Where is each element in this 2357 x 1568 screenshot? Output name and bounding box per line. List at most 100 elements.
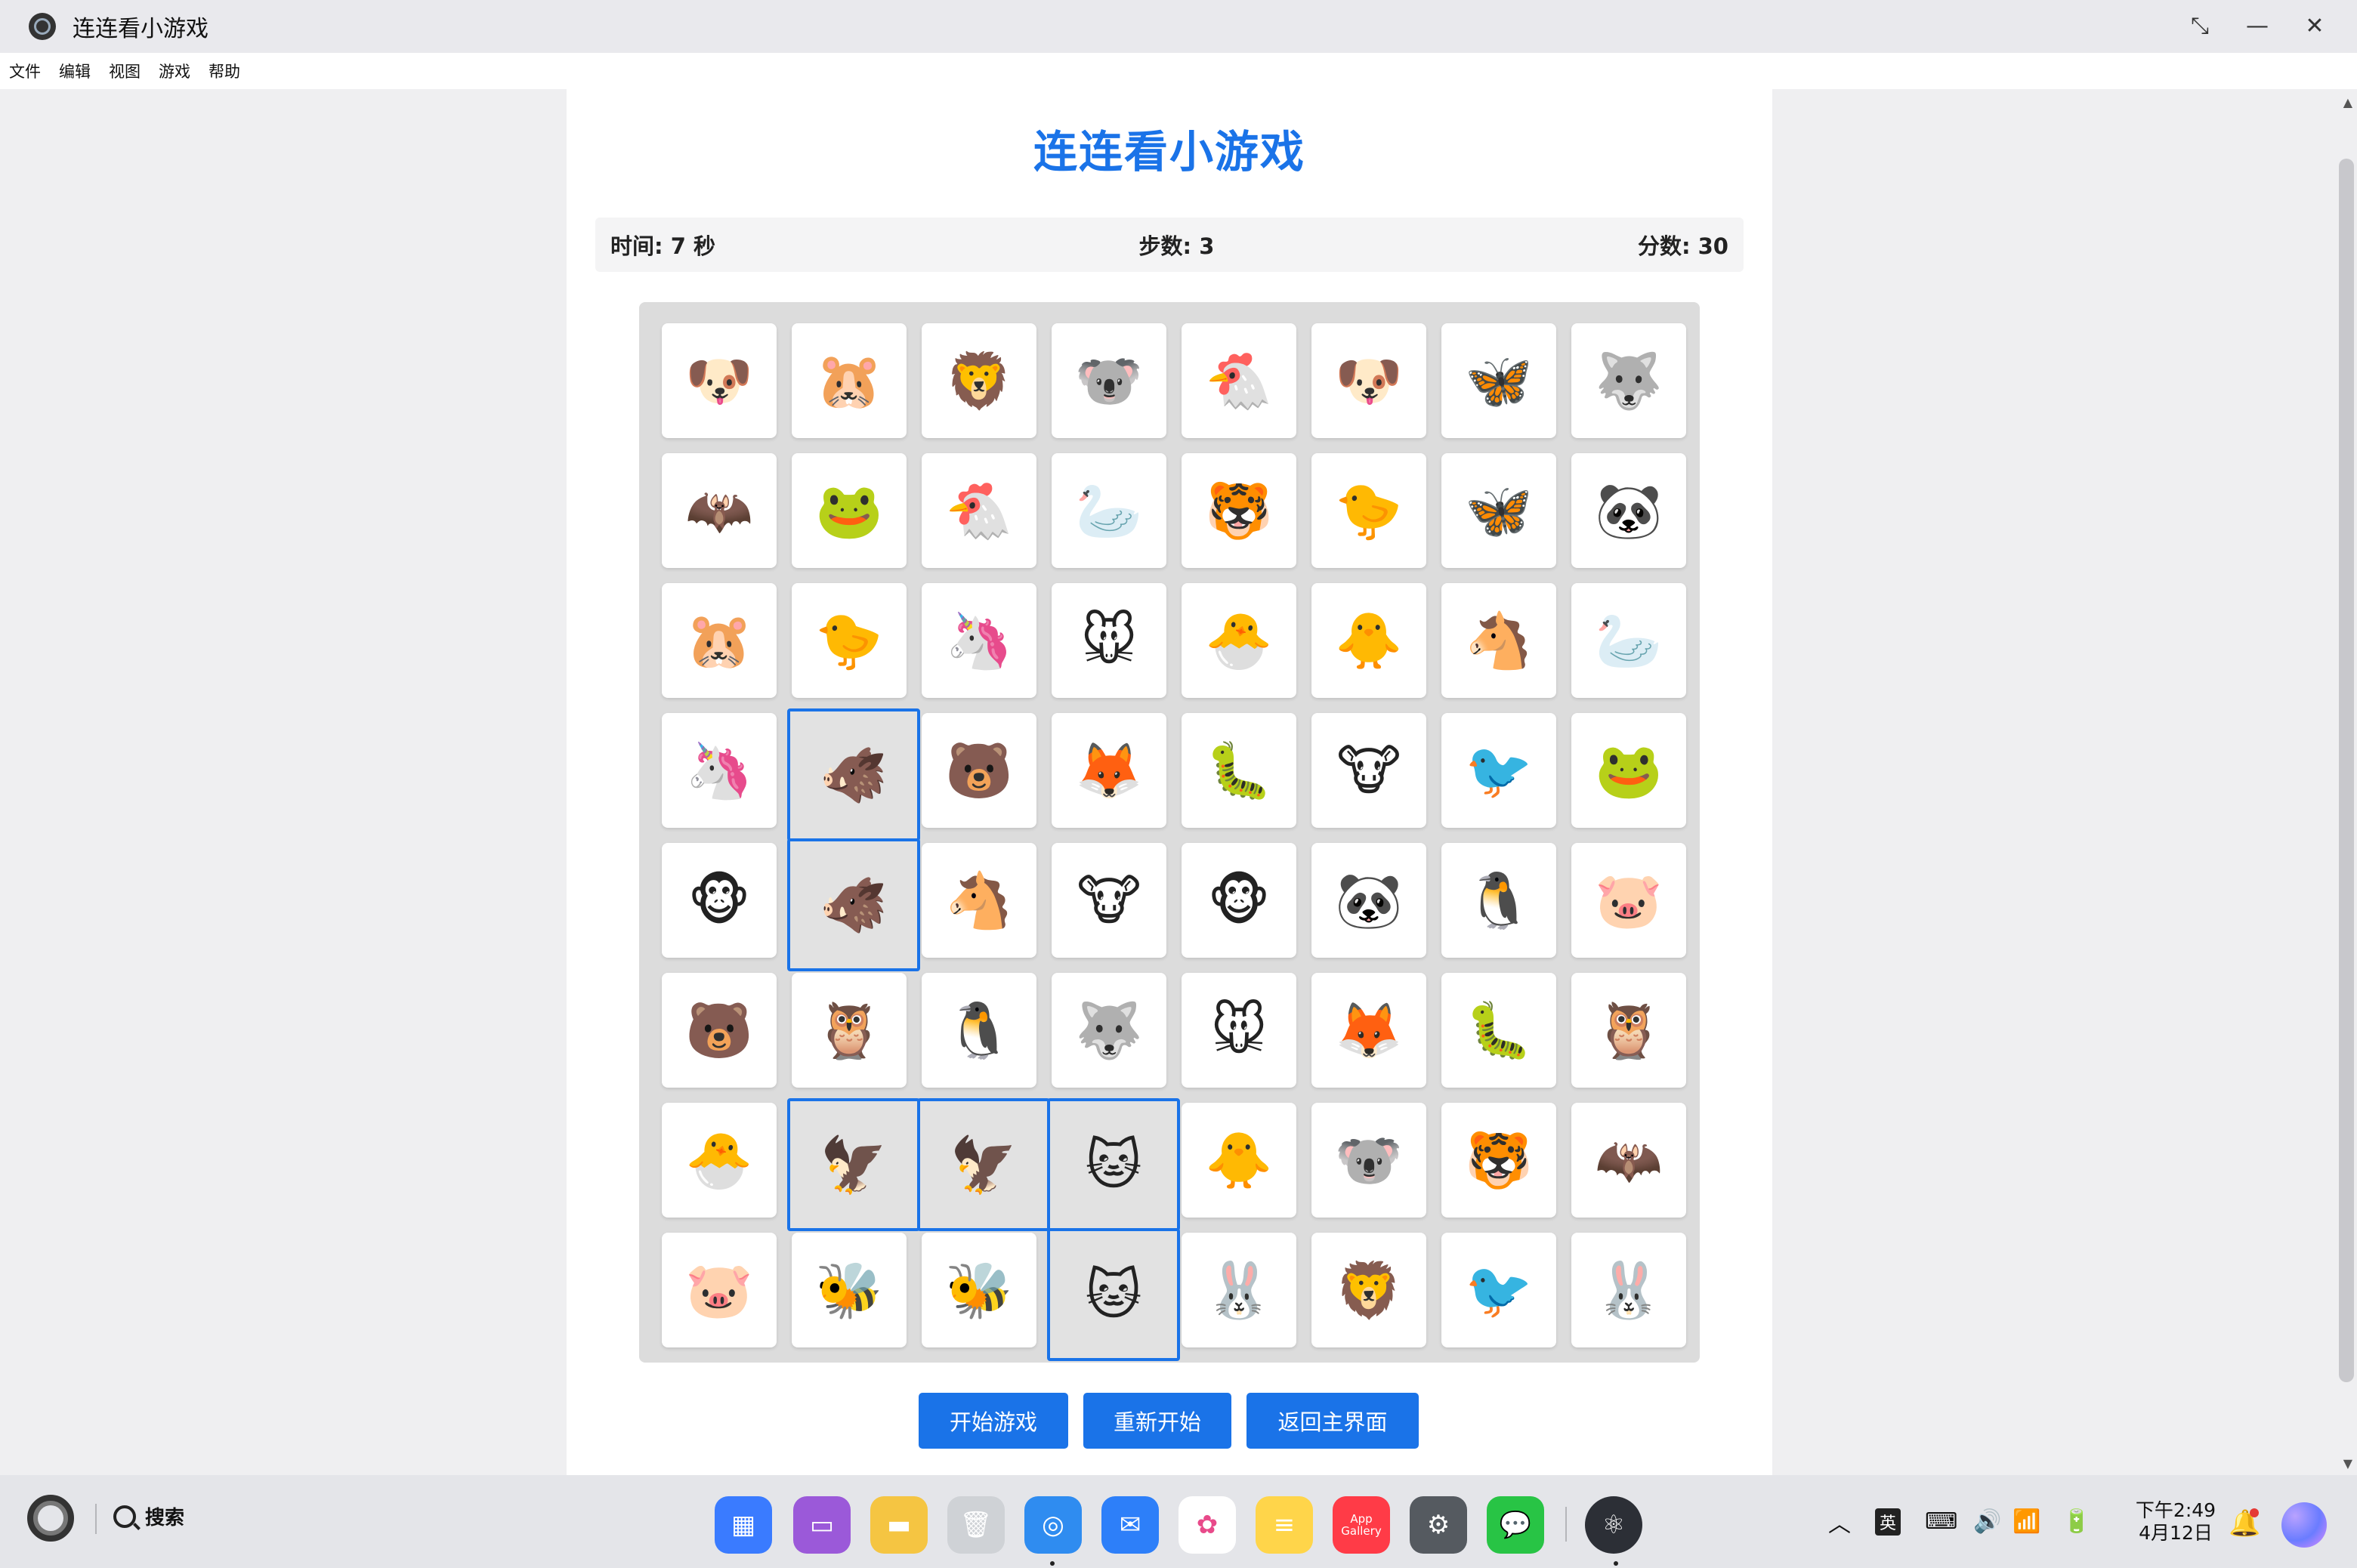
mail-icon[interactable]: ✉ [1101,1496,1159,1554]
board-tile-r3-c4[interactable]: 🐛 [1182,713,1296,828]
board-tile-r7-c0[interactable]: 🐷 [662,1233,777,1347]
board-tile-r2-c1[interactable]: 🐤 [792,583,907,698]
menu-help[interactable]: 帮助 [209,60,240,82]
taskbar-search[interactable]: 搜索 [113,1502,184,1530]
start-game-button[interactable]: 开始游戏 [919,1393,1068,1449]
photos-icon[interactable]: ✿ [1178,1496,1236,1554]
board-tile-r1-c7[interactable]: 🐼 [1571,453,1686,568]
board-tile-r3-c1[interactable]: 🐗 [787,708,920,841]
menu-edit[interactable]: 编辑 [59,60,91,82]
board-tile-r0-c6[interactable]: 🦋 [1441,323,1556,438]
board-tile-r4-c3[interactable]: 🐮 [1052,843,1166,958]
board-tile-r7-c1[interactable]: 🐝 [792,1233,907,1347]
board-tile-r2-c7[interactable]: 🦢 [1571,583,1686,698]
board-tile-r2-c0[interactable]: 🐹 [662,583,777,698]
board-tile-r1-c3[interactable]: 🦢 [1052,453,1166,568]
board-tile-r0-c7[interactable]: 🐺 [1571,323,1686,438]
settings-icon[interactable]: ⚙ [1410,1496,1467,1554]
tray-chevron-icon[interactable]: ︿ [1828,1475,1851,1568]
board-tile-r6-c7[interactable]: 🦇 [1571,1103,1686,1218]
assistant-orb-icon[interactable] [2281,1502,2327,1548]
board-tile-r7-c3[interactable]: 🐱 [1047,1228,1180,1361]
board-tile-r1-c5[interactable]: 🐤 [1311,453,1426,568]
multitask-icon[interactable]: ▭ [793,1496,851,1554]
board-tile-r4-c7[interactable]: 🐷 [1571,843,1686,958]
board-tile-r7-c6[interactable]: 🐦 [1441,1233,1556,1347]
volume-icon[interactable]: 🔊 [1973,1475,2001,1568]
board-tile-r4-c6[interactable]: 🐧 [1441,843,1556,958]
board-tile-r3-c6[interactable]: 🐦 [1441,713,1556,828]
board-tile-r0-c2[interactable]: 🦁 [922,323,1036,438]
board-tile-r6-c0[interactable]: 🐣 [662,1103,777,1218]
board-tile-r3-c0[interactable]: 🦄 [662,713,777,828]
ime-indicator[interactable]: 英 [1875,1475,1901,1568]
board-tile-r1-c4[interactable]: 🐯 [1182,453,1296,568]
board-tile-r2-c6[interactable]: 🐴 [1441,583,1556,698]
board-tile-r6-c1[interactable]: 🦅 [787,1098,920,1231]
board-tile-r2-c2[interactable]: 🦄 [922,583,1036,698]
electron-app-icon[interactable]: ⚛ [1585,1496,1642,1554]
back-to-main-button[interactable]: 返回主界面 [1246,1393,1419,1449]
board-tile-r6-c3[interactable]: 🐱 [1047,1098,1180,1231]
board-tile-r6-c5[interactable]: 🐨 [1311,1103,1426,1218]
board-tile-r3-c3[interactable]: 🦊 [1052,713,1166,828]
board-tile-r7-c4[interactable]: 🐰 [1182,1233,1296,1347]
board-tile-r5-c4[interactable]: 🐭 [1182,973,1296,1088]
scroll-up-arrow-icon[interactable]: ▲ [2343,95,2352,110]
wechat-icon[interactable]: 💬 [1487,1496,1544,1554]
keyboard-icon[interactable]: ⌨ [1925,1475,1957,1568]
board-tile-r5-c1[interactable]: 🦉 [792,973,907,1088]
board-tile-r5-c6[interactable]: 🐛 [1441,973,1556,1088]
board-tile-r4-c0[interactable]: 🐵 [662,843,777,958]
board-tile-r6-c6[interactable]: 🐯 [1441,1103,1556,1218]
board-tile-r6-c4[interactable]: 🐥 [1182,1103,1296,1218]
notes-icon[interactable]: ≡ [1256,1496,1313,1554]
minimize-icon[interactable]: — [2245,14,2269,39]
board-tile-r1-c2[interactable]: 🐔 [922,453,1036,568]
board-tile-r4-c2[interactable]: 🐴 [922,843,1036,958]
app-gallery-icon[interactable]: App Gallery [1333,1496,1390,1554]
close-icon[interactable]: ✕ [2303,14,2327,39]
board-tile-r7-c2[interactable]: 🐝 [922,1233,1036,1347]
wifi-icon[interactable]: 📶 [2013,1475,2040,1568]
menu-file[interactable]: 文件 [9,60,41,82]
board-tile-r5-c7[interactable]: 🦉 [1571,973,1686,1088]
app-launcher-icon[interactable]: ▦ [715,1496,772,1554]
start-button[interactable] [27,1495,74,1542]
scrollbar-thumb[interactable] [2339,159,2354,1382]
board-tile-r2-c4[interactable]: 🐣 [1182,583,1296,698]
browser-icon[interactable]: ◎ [1024,1496,1082,1554]
menu-game[interactable]: 游戏 [159,60,190,82]
board-tile-r1-c1[interactable]: 🐸 [792,453,907,568]
board-tile-r4-c4[interactable]: 🐵 [1182,843,1296,958]
board-tile-r5-c3[interactable]: 🐺 [1052,973,1166,1088]
board-tile-r3-c5[interactable]: 🐮 [1311,713,1426,828]
board-tile-r0-c1[interactable]: 🐹 [792,323,907,438]
board-tile-r3-c7[interactable]: 🐸 [1571,713,1686,828]
board-tile-r3-c2[interactable]: 🐻 [922,713,1036,828]
board-tile-r1-c0[interactable]: 🦇 [662,453,777,568]
restore-icon[interactable]: ⤡ [2188,14,2212,39]
board-tile-r1-c6[interactable]: 🦋 [1441,453,1556,568]
board-tile-r7-c5[interactable]: 🦁 [1311,1233,1426,1347]
board-tile-r5-c2[interactable]: 🐧 [922,973,1036,1088]
menu-view[interactable]: 视图 [109,60,141,82]
board-tile-r5-c0[interactable]: 🐻 [662,973,777,1088]
board-tile-r4-c5[interactable]: 🐼 [1311,843,1426,958]
battery-icon[interactable]: 🔋 [2062,1475,2090,1568]
restart-button[interactable]: 重新开始 [1083,1393,1231,1449]
board-tile-r7-c7[interactable]: 🐰 [1571,1233,1686,1347]
files-icon[interactable]: ▬ [870,1496,928,1554]
board-tile-r2-c5[interactable]: 🐥 [1311,583,1426,698]
board-tile-r6-c2[interactable]: 🦅 [917,1098,1050,1231]
clock[interactable]: 下午2:49 4月12日 [2130,1499,2221,1545]
board-tile-r0-c0[interactable]: 🐶 [662,323,777,438]
board-tile-r5-c5[interactable]: 🦊 [1311,973,1426,1088]
trash-icon[interactable]: 🗑 [947,1496,1005,1554]
board-tile-r2-c3[interactable]: 🐭 [1052,583,1166,698]
board-tile-r0-c3[interactable]: 🐨 [1052,323,1166,438]
board-tile-r0-c5[interactable]: 🐶 [1311,323,1426,438]
board-tile-r0-c4[interactable]: 🐔 [1182,323,1296,438]
scroll-down-arrow-icon[interactable]: ▼ [2343,1456,2352,1471]
board-tile-r4-c1[interactable]: 🐗 [787,838,920,971]
